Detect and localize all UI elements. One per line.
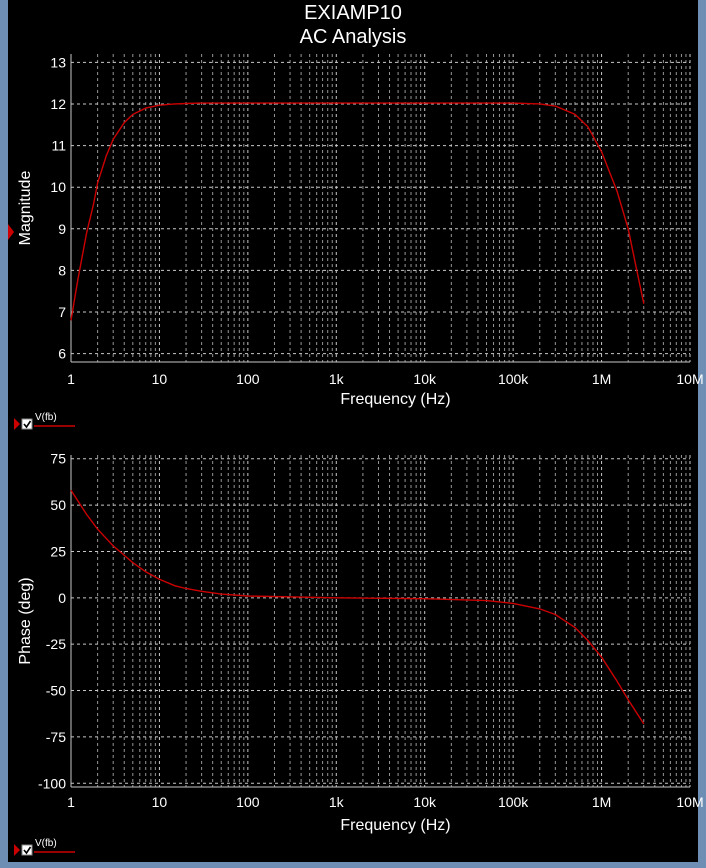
magnitude-x-tick-label: 10M — [676, 371, 703, 387]
phase-y-tick-label: -50 — [46, 683, 66, 699]
phase-x-tick-label: 100k — [498, 794, 529, 810]
phase-x-tick-label: 1 — [67, 794, 75, 810]
magnitude-y-tick-label: 13 — [50, 54, 66, 70]
magnitude-legend-marker — [14, 418, 20, 430]
magnitude-y-tick-label: 7 — [58, 304, 66, 320]
phase-x-tick-label: 1M — [592, 794, 611, 810]
magnitude-x-tick-label: 100k — [498, 371, 529, 387]
magnitude-legend-label: V(fb) — [35, 412, 57, 423]
phase-y-tick-label: 25 — [50, 543, 66, 559]
phase-y-tick-label: -100 — [38, 775, 66, 791]
magnitude-x-tick-label: 10k — [413, 371, 437, 387]
phase-chart: 1 10 100 1k 10k 100k 1M 10M 75 50 25 0 -25 -50 -75 -100… — [14, 451, 704, 856]
phase-x-axis-title: Frequency (Hz) — [340, 817, 450, 834]
magnitude-y-tick-label: 12 — [50, 96, 66, 112]
magnitude-x-tick-label: 1M — [592, 371, 611, 387]
magnitude-y-tick-label: 8 — [58, 262, 66, 278]
trace-pointer-icon — [8, 224, 14, 240]
magnitude-x-axis-title: Frequency (Hz) — [340, 391, 450, 408]
magnitude-trace-vfb — [70, 102, 645, 321]
magnitude-y-tick-label: 9 — [58, 221, 66, 237]
magnitude-y-axis-title: Magnitude — [17, 171, 34, 246]
phase-x-tick-label: 1k — [329, 794, 345, 810]
magnitude-x-tick-label: 1k — [329, 371, 345, 387]
magnitude-x-tick-label: 100 — [236, 371, 260, 387]
magnitude-y-tick-label: 11 — [51, 138, 66, 154]
magnitude-y-tick-label: 10 — [50, 179, 66, 195]
magnitude-x-tick-label: 10 — [152, 371, 168, 387]
phase-trace-vfb — [70, 489, 645, 725]
magnitude-y-tick-label: 6 — [58, 346, 66, 362]
phase-y-tick-label: 0 — [58, 590, 66, 606]
phase-y-axis-title: Phase (deg) — [17, 577, 34, 664]
phase-x-tick-label: 10M — [676, 794, 703, 810]
phase-legend-label: V(fb) — [35, 838, 57, 849]
phase-legend-marker — [14, 844, 20, 856]
magnitude-chart: 1 10 100 1k 10k 100k 1M 10M 6 7 8 9 10 11 12 13 Frequenc… — [14, 54, 704, 430]
phase-y-tick-label: 50 — [50, 497, 66, 513]
ac-analysis-charts: 1 10 100 1k 10k 100k 1M 10M678910111213Frequenc… — [8, 54, 704, 856]
phase-y-tick-label: -25 — [46, 636, 66, 652]
phase-x-tick-label: 10k — [413, 794, 437, 810]
phase-x-tick-label: 10 — [152, 794, 168, 810]
magnitude-x-tick-label: 1 — [67, 371, 75, 387]
phase-x-tick-label: 100 — [236, 794, 260, 810]
phase-y-tick-label: -75 — [46, 729, 66, 745]
phase-y-tick-label: 75 — [50, 451, 66, 467]
